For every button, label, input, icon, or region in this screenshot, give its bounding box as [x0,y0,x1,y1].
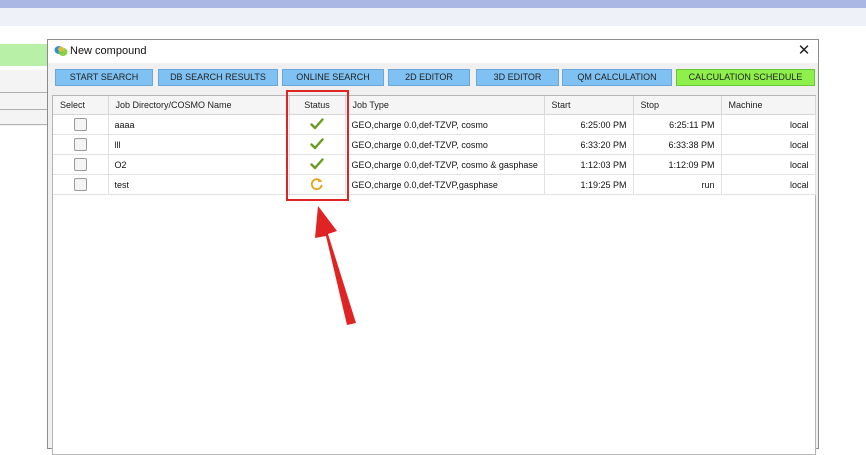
tab-qm-calculation[interactable]: QM CALCULATION [562,69,672,86]
job-name-cell: test [108,174,290,195]
column-header-start[interactable]: Start [544,96,634,115]
tab-3d-editor[interactable]: 3D EDITOR [476,69,559,86]
tab-calculation-schedule[interactable]: CALCULATION SCHEDULE [676,69,815,86]
machine-cell: local [721,114,816,135]
machine-cell: local [721,174,816,195]
machine-cell: local [721,134,816,155]
background-divider [0,124,48,125]
stop-time-cell: run [633,174,722,195]
schedule-table-panel: Select Job Directory/COSMO Name Status J… [52,95,816,455]
job-name-cell: O2 [108,154,290,175]
title-bar: New compound ✕ [48,40,818,63]
select-cell [53,114,109,135]
start-time-cell: 6:25:00 PM [544,114,634,135]
background-divider [0,92,48,93]
row-select-checkbox[interactable] [73,178,87,191]
new-compound-dialog: New compound ✕ START SEARCH DB SEARCH RE… [47,39,819,455]
table-row[interactable]: lll GEO,charge 0.0,def-TZVP, cosmo 6:33:… [53,134,816,155]
background-green-panel [0,44,48,66]
row-select-checkbox[interactable] [73,118,87,131]
stop-time-cell: 6:33:38 PM [633,134,722,155]
tab-online-search[interactable]: ONLINE SEARCH [282,69,384,86]
start-time-cell: 6:33:20 PM [544,134,634,155]
tab-db-search-results[interactable]: DB SEARCH RESULTS [158,69,278,86]
background-side-panel [0,70,48,126]
tab-2d-editor[interactable]: 2D EDITOR [388,69,470,86]
job-name-cell: aaaa [108,114,290,135]
column-header-machine[interactable]: Machine [721,96,816,115]
select-cell [53,134,109,155]
job-type-cell: GEO,charge 0.0,def-TZVP, cosmo [345,134,545,155]
table-header-row: Select Job Directory/COSMO Name Status J… [53,96,816,115]
host-top-bar [0,0,866,8]
table-row[interactable]: aaaa GEO,charge 0.0,def-TZVP, cosmo 6:25… [53,114,816,135]
job-type-cell: GEO,charge 0.0,def-TZVP,gasphase [345,174,545,195]
column-header-job-type[interactable]: Job Type [345,96,545,115]
select-cell [53,174,109,195]
select-cell [53,154,109,175]
stop-time-cell: 6:25:11 PM [633,114,722,135]
start-time-cell: 1:12:03 PM [544,154,634,175]
window-title: New compound [70,45,147,57]
tab-bar: START SEARCH DB SEARCH RESULTS ONLINE SE… [55,69,815,86]
calculation-schedule-table: Select Job Directory/COSMO Name Status J… [53,96,816,195]
status-column-highlight-box [286,90,349,201]
background-divider [0,109,48,110]
tab-start-search[interactable]: START SEARCH [55,69,153,86]
start-time-cell: 1:19:25 PM [544,174,634,195]
column-header-job-directory[interactable]: Job Directory/COSMO Name [108,96,290,115]
column-header-stop[interactable]: Stop [633,96,722,115]
table-row[interactable]: O2 GEO,charge 0.0,def-TZVP, cosmo & gasp… [53,154,816,175]
stop-time-cell: 1:12:09 PM [633,154,722,175]
close-button[interactable]: ✕ [796,43,812,59]
job-name-cell: lll [108,134,290,155]
job-type-cell: GEO,charge 0.0,def-TZVP, cosmo & gasphas… [345,154,545,175]
row-select-checkbox[interactable] [73,158,87,171]
table-row[interactable]: test GEO,charge 0.0,def-TZVP,gasphase 1:… [53,174,816,195]
machine-cell: local [721,154,816,175]
host-toolbar-strip [0,8,866,26]
app-logo-icon [54,46,68,56]
row-select-checkbox[interactable] [73,138,87,151]
column-header-select[interactable]: Select [53,96,109,115]
job-type-cell: GEO,charge 0.0,def-TZVP, cosmo [345,114,545,135]
